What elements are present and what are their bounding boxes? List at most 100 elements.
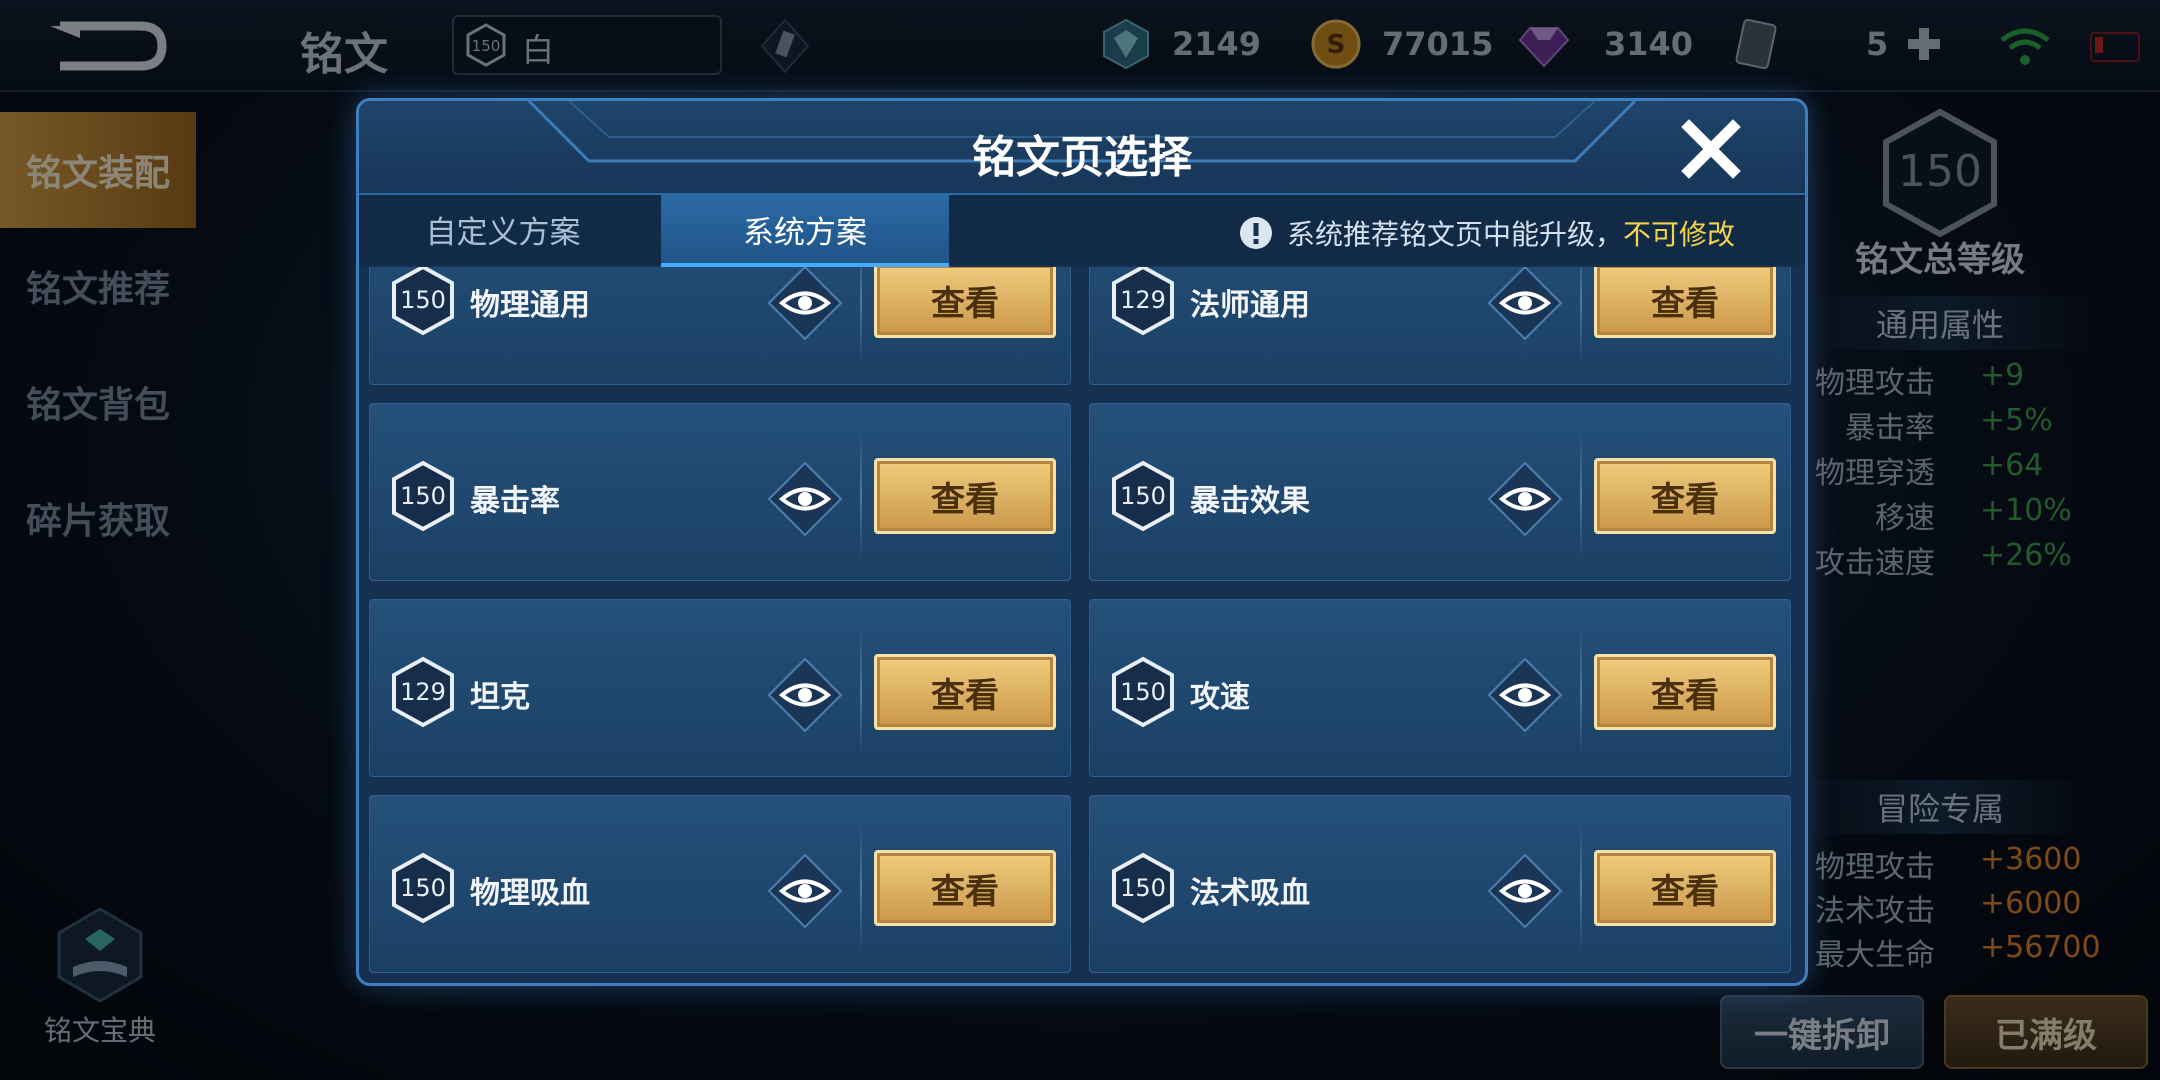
eye-icon[interactable] [766,267,844,342]
plan-card[interactable]: 150 物理通用 查看 [369,267,1071,385]
level-hex-icon: 129 [392,656,454,728]
wifi-icon [2000,28,2050,65]
card-level: 150 [1120,874,1166,902]
dialog-header: 铭文页选择 [359,101,1805,195]
level-hex-icon: 150 [1112,460,1174,532]
plan-card[interactable]: 150 暴击效果 查看 [1089,403,1791,581]
adventure-attr-header: 冒险专属 [1790,780,2090,834]
stat-row: 攻击速度 +26% [1800,538,2130,582]
eye-icon[interactable] [1486,852,1564,930]
view-button[interactable]: 查看 [1594,267,1776,338]
view-button[interactable]: 查看 [874,850,1056,926]
level-hex-icon: 150 [392,852,454,924]
tab-custom-plan[interactable]: 自定义方案 [359,195,647,263]
page-title: 铭文 [300,29,388,80]
nav-item-backpack[interactable]: 铭文背包 [0,344,196,460]
card-level: 129 [400,678,446,706]
card-level: 150 [400,482,446,510]
card-icon [1735,18,1777,70]
maxed-button[interactable]: 已满级 [1944,995,2148,1069]
left-nav: 铭文装配 铭文推荐 铭文背包 碎片获取 [0,112,196,576]
stat-value: +26% [1980,538,2072,573]
stat-key: 物理攻击 [1815,366,1935,401]
gold-count: 77015 [1382,25,1494,63]
level-hex-icon: 150 [392,460,454,532]
general-attr-header: 通用属性 [1790,296,2090,350]
notice-text: 系统推荐铭文页中能升级， [1287,218,1624,251]
card-name: 物理通用 [470,288,590,323]
codex-button[interactable]: 铭文宝典 [30,905,170,1049]
gem-icon [1518,27,1570,68]
codex-label: 铭文宝典 [43,1014,156,1047]
nav-item-recommend[interactable]: 铭文推荐 [0,228,196,344]
view-button[interactable]: 查看 [1594,654,1776,730]
stat-key: 物理攻击 [1815,850,1935,885]
eye-icon[interactable] [1486,656,1564,734]
view-button[interactable]: 查看 [874,654,1056,730]
divider [1580,822,1582,952]
inscription-page-select-dialog: 铭文页选择 自定义方案 系统方案 系统推荐铭文页中能升级， 不可修改 150 物… [356,98,1808,986]
divider [1580,430,1582,560]
nav-item-equip[interactable]: 铭文装配 [0,112,196,228]
view-button[interactable]: 查看 [1594,458,1776,534]
stat-value: +6000 [1980,886,2082,921]
eye-icon[interactable] [1486,460,1564,538]
svg-text:S: S [1327,30,1346,60]
tab-system-plan[interactable]: 系统方案 [661,195,949,267]
currency-card: 5 [1730,14,1944,74]
card-level: 129 [1120,286,1166,314]
back-icon[interactable] [40,18,170,74]
stat-key: 法术攻击 [1815,894,1935,929]
plan-card[interactable]: 150 攻速 查看 [1089,599,1791,777]
plan-list: 150 物理通用 查看 129 法师通用 查看 150 暴击率 查看 150 暴… [369,267,1795,983]
plan-card[interactable]: 150 暴击率 查看 [369,403,1071,581]
plan-card[interactable]: 150 法术吸血 查看 [1089,795,1791,973]
stat-row: 物理攻击 +9 [1800,358,2130,402]
stat-value: +56700 [1980,930,2101,965]
card-count: 5 [1866,25,1889,63]
eye-icon[interactable] [766,852,844,930]
plan-card[interactable]: 150 物理吸血 查看 [369,795,1071,973]
eye-icon[interactable] [766,460,844,538]
view-button[interactable]: 查看 [874,267,1056,338]
stat-value: +3600 [1980,842,2082,877]
card-name: 攻速 [1190,680,1250,715]
view-button[interactable]: 查看 [874,458,1056,534]
top-bar: 铭文 150 白 2149 S 77015 3140 5 [0,0,2160,92]
divider [860,267,862,364]
crystal-count: 2149 [1172,25,1262,63]
nav-item-fragments[interactable]: 碎片获取 [0,460,196,576]
total-level-value: 150 [1898,146,1982,197]
stat-value: +10% [1980,493,2072,528]
stat-key: 移速 [1875,501,1935,536]
stat-value: +9 [1980,358,2025,393]
stat-value: +64 [1980,448,2044,483]
eye-icon[interactable] [1486,267,1564,342]
currency-gem: 3140 [1518,14,1693,74]
inscription-page-selector[interactable]: 150 白 [452,15,722,75]
view-button[interactable]: 查看 [1594,850,1776,926]
card-level: 150 [1120,482,1166,510]
plan-card[interactable]: 129 法师通用 查看 [1089,267,1791,385]
add-icon[interactable] [1904,24,1944,64]
gold-coin-icon: S [1311,19,1361,69]
dismantle-all-button[interactable]: 一键拆卸 [1720,995,1924,1069]
divider [860,626,862,756]
currency-crystal: 2149 [1100,14,1261,74]
level-hex-icon: 150 [1112,656,1174,728]
total-level-hex-icon: 150 [1883,108,1997,238]
plan-card[interactable]: 129 坦克 查看 [369,599,1071,777]
stat-key: 暴击率 [1845,411,1935,446]
card-name: 坦克 [470,680,530,715]
level-hex-icon: 150 [1112,852,1174,924]
close-icon[interactable] [1681,119,1741,179]
eye-icon[interactable] [766,656,844,734]
stat-key: 物理穿透 [1815,456,1935,491]
divider [1580,626,1582,756]
stat-row: 最大生命 +56700 [1800,930,2130,974]
right-panel: 150 铭文总等级 通用属性 物理攻击 +9 暴击率 +5% 物理穿透 +64 移速 +… [1790,100,2160,1080]
edit-icon[interactable] [760,18,810,74]
divider [860,822,862,952]
stat-key: 攻击速度 [1815,546,1935,581]
stat-row: 物理攻击 +3600 [1800,842,2130,886]
